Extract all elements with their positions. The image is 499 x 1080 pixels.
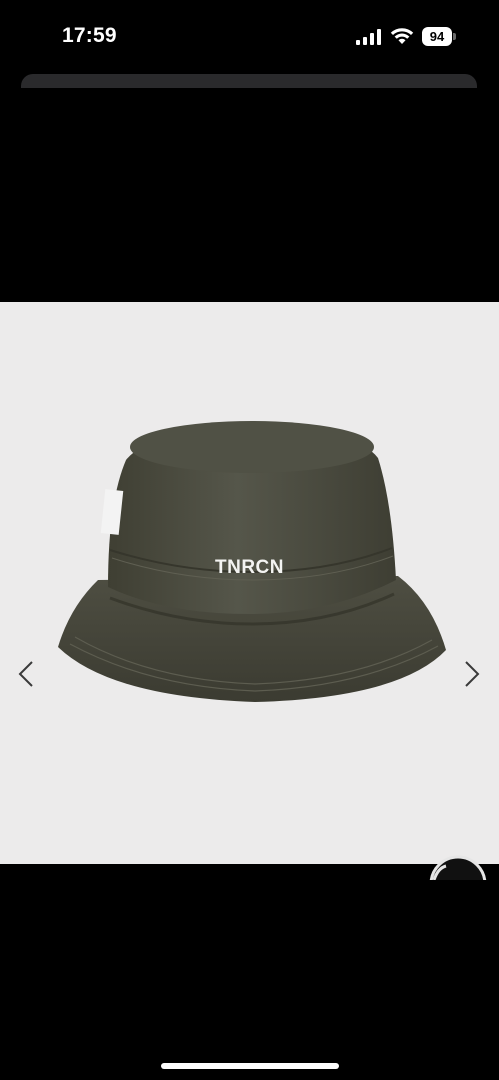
product-photo[interactable]: TNRCN xyxy=(0,302,499,864)
cellular-signal-icon xyxy=(356,29,381,45)
chevron-right-icon[interactable] xyxy=(456,654,486,694)
hat-brand-text: TNRCN xyxy=(215,557,284,578)
wifi-icon xyxy=(390,28,414,44)
battery-tip xyxy=(453,33,456,40)
home-indicator[interactable] xyxy=(161,1063,339,1069)
battery-indicator: 94 xyxy=(422,27,452,46)
chat-bubble-icon[interactable] xyxy=(428,850,488,880)
bucket-hat-image xyxy=(58,421,446,702)
battery-level: 94 xyxy=(429,29,445,44)
status-time: 17:59 xyxy=(62,24,117,47)
chevron-left-icon[interactable] xyxy=(12,654,42,694)
status-bar: 17:59 94 xyxy=(0,0,499,75)
sheet-top-edge xyxy=(21,74,477,88)
